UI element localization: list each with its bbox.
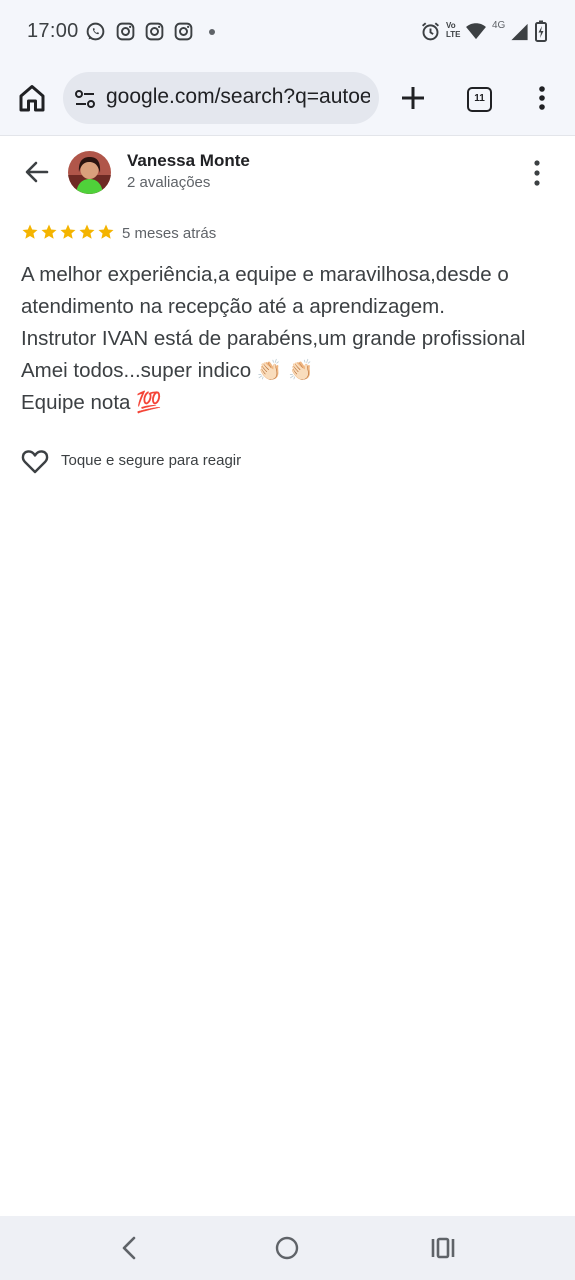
dot-icon (209, 29, 215, 35)
address-bar[interactable]: google.com/search?q=autoescola (63, 72, 379, 124)
wifi-icon (465, 22, 487, 45)
review-text: A melhor experiência,a equipe e maravilh… (21, 259, 561, 419)
instagram-icon (144, 21, 165, 47)
review-options-button[interactable] (523, 157, 551, 189)
back-nav-button[interactable] (114, 1232, 146, 1264)
signal-icon (510, 23, 529, 46)
reviewer-review-count: 2 avaliações (127, 174, 211, 191)
back-nav-icon (122, 1236, 136, 1260)
react-hint-label: Toque e segure para reagir (61, 452, 242, 469)
review-line: A melhor experiência,a equipe e maravilh… (21, 263, 509, 286)
back-button[interactable] (20, 155, 54, 189)
react-button[interactable] (20, 446, 50, 476)
volte-icon: Vo LTE (446, 21, 461, 39)
more-vert-icon (539, 86, 545, 110)
home-icon (19, 85, 45, 112)
star-icon (79, 224, 95, 239)
4g-icon: 4G (492, 20, 506, 31)
star-icon (22, 224, 38, 239)
more-vert-icon (534, 160, 540, 186)
home-nav-button[interactable] (271, 1232, 303, 1264)
instagram-icon (173, 21, 194, 47)
system-nav-bar (0, 1216, 575, 1280)
browser-menu-button[interactable] (528, 80, 556, 116)
star-rating (21, 223, 115, 241)
review-line: Equipe nota 💯 (21, 391, 162, 414)
avatar[interactable] (68, 151, 111, 194)
instagram-icon (115, 21, 136, 47)
site-settings-icon[interactable] (74, 88, 96, 115)
home-nav-icon (275, 1236, 299, 1260)
star-icon (60, 224, 76, 239)
star-icon (41, 224, 57, 239)
review-line: Amei todos...super indico 👏🏻 👏🏻 (21, 359, 314, 382)
tab-count: 11 (467, 87, 492, 112)
review-time: 5 meses atrás (122, 225, 217, 242)
arrow-back-icon (25, 161, 49, 183)
battery-charging-icon (535, 20, 547, 47)
heart-icon (21, 450, 49, 474)
status-time: 17:00 (27, 20, 79, 42)
review-line: atendimento na recepção até a aprendizag… (21, 295, 445, 318)
new-tab-button[interactable] (396, 80, 430, 116)
status-bar: 17:00 Vo LTE 4G (0, 0, 575, 62)
recents-nav-button[interactable] (427, 1232, 459, 1264)
recents-nav-icon (431, 1237, 455, 1259)
url-text[interactable]: google.com/search?q=autoescola (106, 85, 370, 109)
review-line: Instrutor IVAN está de parabéns,um grand… (21, 327, 526, 350)
star-icon (98, 224, 114, 239)
tab-switcher-button[interactable]: 11 (463, 82, 497, 116)
browser-toolbar: google.com/search?q=autoescola 11 (0, 62, 575, 136)
reviewer-name[interactable]: Vanessa Monte (127, 151, 250, 171)
home-button[interactable] (14, 80, 50, 116)
plus-icon (402, 87, 424, 109)
alarm-icon (420, 21, 441, 47)
whatsapp-icon (85, 21, 106, 47)
